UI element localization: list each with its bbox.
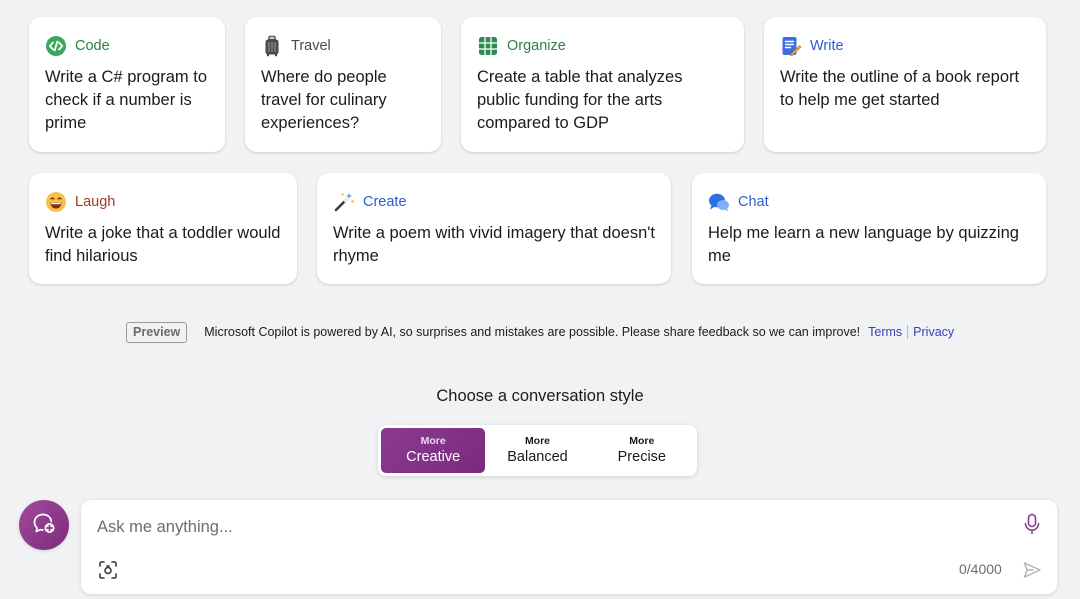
style-option-balanced[interactable]: More Balanced [485,428,589,473]
luggage-icon [261,35,283,57]
card-category: Organize [507,38,566,54]
style-option-precise[interactable]: More Precise [590,428,694,473]
send-icon[interactable] [1022,560,1042,585]
style-option-label: Balanced [507,449,568,465]
new-topic-button[interactable] [19,500,69,550]
card-prompt: Write a C# program to check if a number … [45,68,208,132]
grid-icon [477,35,499,57]
character-counter: 0/4000 [959,561,1002,577]
suggestion-card-organize[interactable]: Organize Create a table that analyzes pu… [461,17,744,152]
suggestion-card-write[interactable]: Write Write the outline of a book report… [764,17,1046,152]
style-option-label: Creative [406,449,461,465]
conversation-style-switch: More Creative More Balanced More Precise [378,425,697,476]
card-category: Create [363,194,407,210]
card-prompt: Create a table that analyzes public fund… [477,68,683,132]
style-option-creative[interactable]: More Creative [381,428,486,473]
code-icon [45,35,67,57]
card-prompt: Write the outline of a book report to he… [780,68,1020,109]
card-header: Organize [477,36,728,56]
copilot-home: Code Write a C# program to check if a nu… [0,0,1080,599]
card-prompt: Where do people travel for culinary expe… [261,68,387,132]
card-header: Write [780,35,1030,57]
pencil-notepad-icon [780,35,802,57]
card-header: Chat [708,192,1030,212]
privacy-link[interactable]: Privacy [913,325,954,339]
microphone-icon[interactable] [1023,513,1041,540]
style-option-label: Precise [617,449,666,465]
suggestion-card-create[interactable]: Create Write a poem with vivid imagery t… [317,173,671,284]
card-prompt: Write a poem with vivid imagery that doe… [333,224,655,265]
disclaimer: Preview Microsoft Copilot is powered by … [126,321,954,343]
card-prompt: Write a joke that a toddler would find h… [45,224,281,265]
card-category: Travel [291,38,331,54]
disclaimer-text: Microsoft Copilot is powered by AI, so s… [204,325,861,339]
card-header: Code [45,36,209,56]
preview-badge: Preview [126,321,188,343]
suggestion-card-chat[interactable]: Chat Help me learn a new language by qui… [692,173,1046,284]
card-category: Laugh [75,194,116,210]
card-header: Laugh [45,192,281,212]
terms-link[interactable]: Terms [868,325,902,339]
style-option-prefix: More [524,435,551,447]
suggestion-card-code[interactable]: Code Write a C# program to check if a nu… [29,17,225,152]
style-option-prefix: More [420,435,446,447]
card-header: Create [333,192,655,212]
card-category: Write [810,38,844,54]
card-category: Chat [738,194,769,210]
card-category: Code [75,38,110,54]
magic-wand-icon [333,191,355,213]
new-topic-icon [31,510,57,541]
ask-input[interactable] [97,514,997,540]
card-prompt: Help me learn a new language by quizzing… [708,224,1019,265]
link-separator [907,325,909,339]
composer: 0/4000 [81,500,1057,594]
conversation-style-title: Choose a conversation style [436,387,644,405]
suggestion-card-laugh[interactable]: Laugh Write a joke that a toddler would … [29,173,297,284]
suggestion-card-travel[interactable]: Travel Where do people travel for culina… [245,17,441,152]
card-header: Travel [261,35,425,57]
grinning-face-icon [45,191,67,213]
speech-bubbles-icon [708,191,730,213]
style-option-prefix: More [629,435,655,447]
visual-search-icon[interactable] [98,560,118,585]
